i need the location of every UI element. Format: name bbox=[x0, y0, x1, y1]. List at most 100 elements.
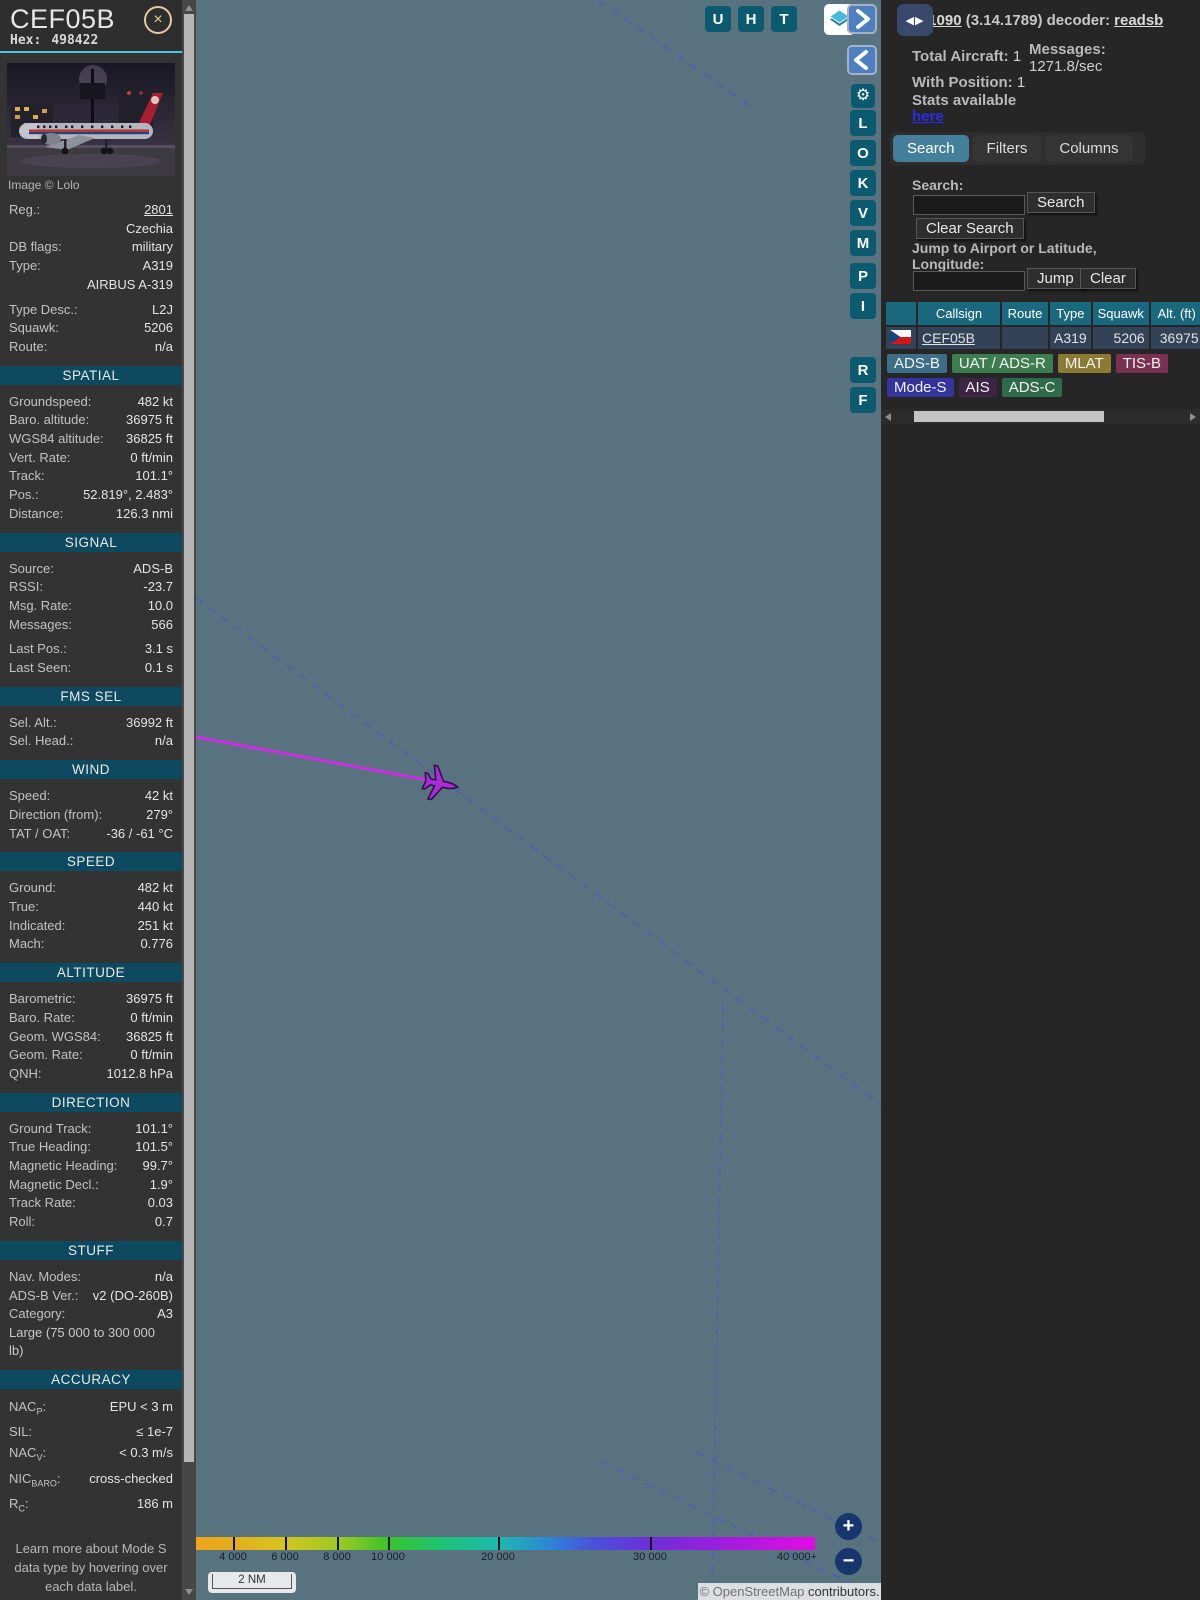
altitude-tick bbox=[233, 1537, 235, 1550]
jump-input[interactable] bbox=[913, 271, 1025, 291]
messages-value: 1271.8/sec bbox=[1029, 58, 1103, 75]
openstreetmap-link[interactable]: © OpenStreetMap bbox=[699, 1584, 804, 1599]
data-label: SIL: bbox=[9, 1424, 33, 1440]
cell-callsign[interactable]: CEF05B bbox=[918, 327, 1000, 349]
aircraft-icon[interactable] bbox=[421, 764, 461, 804]
map-button-r[interactable]: R bbox=[850, 357, 876, 383]
altitude-tick-label: 10 000 bbox=[371, 1551, 405, 1563]
badge-tis-b[interactable]: TIS-B bbox=[1115, 354, 1169, 373]
section-header: WIND bbox=[0, 760, 182, 780]
data-label: Ground Track: bbox=[9, 1120, 92, 1136]
zoom-out-button[interactable]: − bbox=[835, 1548, 862, 1575]
map-button-h[interactable]: H bbox=[738, 6, 764, 32]
table-horizontal-scrollbar[interactable] bbox=[881, 409, 1200, 424]
column-header-Type[interactable]: Type bbox=[1050, 302, 1091, 325]
scroll-up-icon[interactable] bbox=[185, 5, 193, 11]
badge-ais[interactable]: AIS bbox=[958, 378, 997, 397]
column-header-Alt. (ft)[interactable]: Alt. (ft) bbox=[1150, 302, 1200, 325]
panel-expand-button[interactable] bbox=[847, 4, 877, 34]
data-row: QNH: 1012.8 hPa bbox=[0, 1065, 182, 1084]
tab-columns[interactable]: Columns bbox=[1045, 135, 1133, 162]
scroll-down-icon[interactable] bbox=[185, 1589, 193, 1595]
data-label: ADS-B Ver.: bbox=[9, 1287, 79, 1303]
total-aircraft-value: 1 bbox=[1012, 48, 1022, 65]
data-row: Geom. WGS84: 36825 ft bbox=[0, 1028, 182, 1047]
column-header-Route[interactable]: Route bbox=[1002, 302, 1048, 325]
data-row: Msg. Rate: 10.0 bbox=[0, 597, 182, 616]
column-header-Callsign[interactable]: Callsign bbox=[918, 302, 1000, 325]
readsb-link[interactable]: readsb bbox=[1114, 12, 1163, 29]
map-button-t[interactable]: T bbox=[771, 6, 797, 32]
column-header-Squawk[interactable]: Squawk bbox=[1092, 302, 1149, 325]
badge-mlat[interactable]: MLAT bbox=[1057, 354, 1111, 373]
badge-uat-ads-r[interactable]: UAT / ADS-R bbox=[951, 354, 1053, 373]
jump-clear-button[interactable]: Clear bbox=[1080, 268, 1136, 289]
altitude-tick-label: 4 000 bbox=[219, 1551, 247, 1563]
badge-ads-c[interactable]: ADS-C bbox=[1001, 378, 1063, 397]
data-row: Distance: 126.3 nmi bbox=[0, 505, 182, 524]
data-value: 36992 ft bbox=[126, 714, 173, 730]
map-button-k[interactable]: K bbox=[850, 170, 876, 196]
map-button-p[interactable]: P bbox=[850, 263, 876, 289]
search-input[interactable] bbox=[913, 195, 1025, 215]
aircraft-table-row[interactable]: CEF05B A319 5206 36975 bbox=[886, 327, 1200, 349]
data-label: Msg. Rate: bbox=[9, 597, 72, 613]
map-button-v[interactable]: V bbox=[850, 200, 876, 226]
scroll-right-icon[interactable] bbox=[1190, 413, 1196, 421]
data-row: Last Seen: 0.1 s bbox=[0, 659, 182, 678]
data-value: < 0.3 m/s bbox=[119, 1445, 173, 1461]
map-button-m[interactable]: M bbox=[850, 230, 876, 256]
callsign-title: CEF05B bbox=[10, 4, 116, 34]
data-value: 36825 ft bbox=[126, 431, 173, 447]
data-value: 186 m bbox=[136, 1495, 173, 1511]
zoom-in-button[interactable]: + bbox=[835, 1513, 862, 1540]
cell-alt: 36975 bbox=[1150, 327, 1200, 349]
total-aircraft-stat: Total Aircraft: 1 bbox=[912, 48, 1021, 65]
data-value: 1.9° bbox=[149, 1176, 173, 1192]
data-row: Category: A3 bbox=[0, 1305, 182, 1324]
data-value: 0 ft/min bbox=[130, 449, 173, 465]
data-row: NACV: < 0.3 m/s bbox=[0, 1443, 182, 1468]
sidebar-section: SIGNAL Source: ADS-B RSSI: -23.7 Msg. Rate: 10… bbox=[0, 532, 182, 678]
data-label: Ground: bbox=[9, 880, 56, 896]
sidebar-scrollbar[interactable] bbox=[182, 0, 196, 1600]
map-button-f[interactable]: F bbox=[850, 387, 876, 413]
data-row: True: 440 kt bbox=[0, 898, 182, 917]
jump-button[interactable]: Jump bbox=[1027, 268, 1084, 289]
map-button-u[interactable]: U bbox=[705, 6, 731, 32]
cell-route bbox=[1002, 327, 1048, 349]
scroll-left-icon[interactable] bbox=[885, 413, 891, 421]
messages-stat: Messages: 1271.8/sec bbox=[1029, 41, 1189, 75]
data-label: NACV: bbox=[9, 1445, 47, 1463]
data-label: Category: bbox=[9, 1306, 66, 1322]
data-row: RSSI: -23.7 bbox=[0, 578, 182, 597]
data-value: -36 / -61 °C bbox=[106, 825, 173, 841]
panel-toggle-icon: ◀▶ bbox=[905, 14, 925, 27]
badge-ads-b[interactable]: ADS-B bbox=[887, 354, 947, 373]
data-value: 566 bbox=[151, 616, 173, 632]
aircraft-table: CallsignRouteTypeSquawkAlt. (ft)Spd. CEF… bbox=[884, 300, 1200, 351]
registration-link[interactable]: 2801 bbox=[144, 201, 173, 220]
map[interactable]: UHT ⚙ LOKVMPIRF + − 4 000 6 000 8 000 10 00… bbox=[196, 0, 881, 1600]
stats-here-link[interactable]: here bbox=[912, 108, 944, 125]
column-header-flag[interactable] bbox=[886, 302, 916, 325]
search-button[interactable]: Search bbox=[1027, 192, 1095, 213]
settings-button[interactable]: ⚙ bbox=[851, 84, 875, 108]
clear-search-button[interactable]: Clear Search bbox=[916, 218, 1024, 239]
tab-filters[interactable]: Filters bbox=[972, 135, 1042, 162]
data-row: WGS84 altitude: 36825 ft bbox=[0, 430, 182, 449]
data-row: RC: 186 m bbox=[0, 1494, 182, 1519]
panel-collapse-button[interactable] bbox=[847, 45, 877, 75]
table-scrollbar-thumb[interactable] bbox=[914, 411, 1104, 422]
sidebar-scrollbar-thumb[interactable] bbox=[184, 14, 194, 1462]
close-icon[interactable]: × bbox=[144, 6, 172, 34]
map-button-l[interactable]: L bbox=[850, 110, 876, 136]
badge-mode-s[interactable]: Mode-S bbox=[887, 378, 954, 397]
data-row: Baro. Rate: 0 ft/min bbox=[0, 1009, 182, 1028]
panel-toggle-button[interactable]: ◀▶ bbox=[897, 4, 933, 36]
map-button-i[interactable]: I bbox=[850, 293, 876, 319]
sidebar-footer-note: Learn more about Mode S data type by hov… bbox=[14, 1541, 168, 1595]
sidebar-section: ALTITUDE Barometric: 36975 ft Baro. Rate: 0 … bbox=[0, 963, 182, 1084]
tab-search[interactable]: Search bbox=[893, 135, 969, 162]
map-button-o[interactable]: O bbox=[850, 140, 876, 166]
